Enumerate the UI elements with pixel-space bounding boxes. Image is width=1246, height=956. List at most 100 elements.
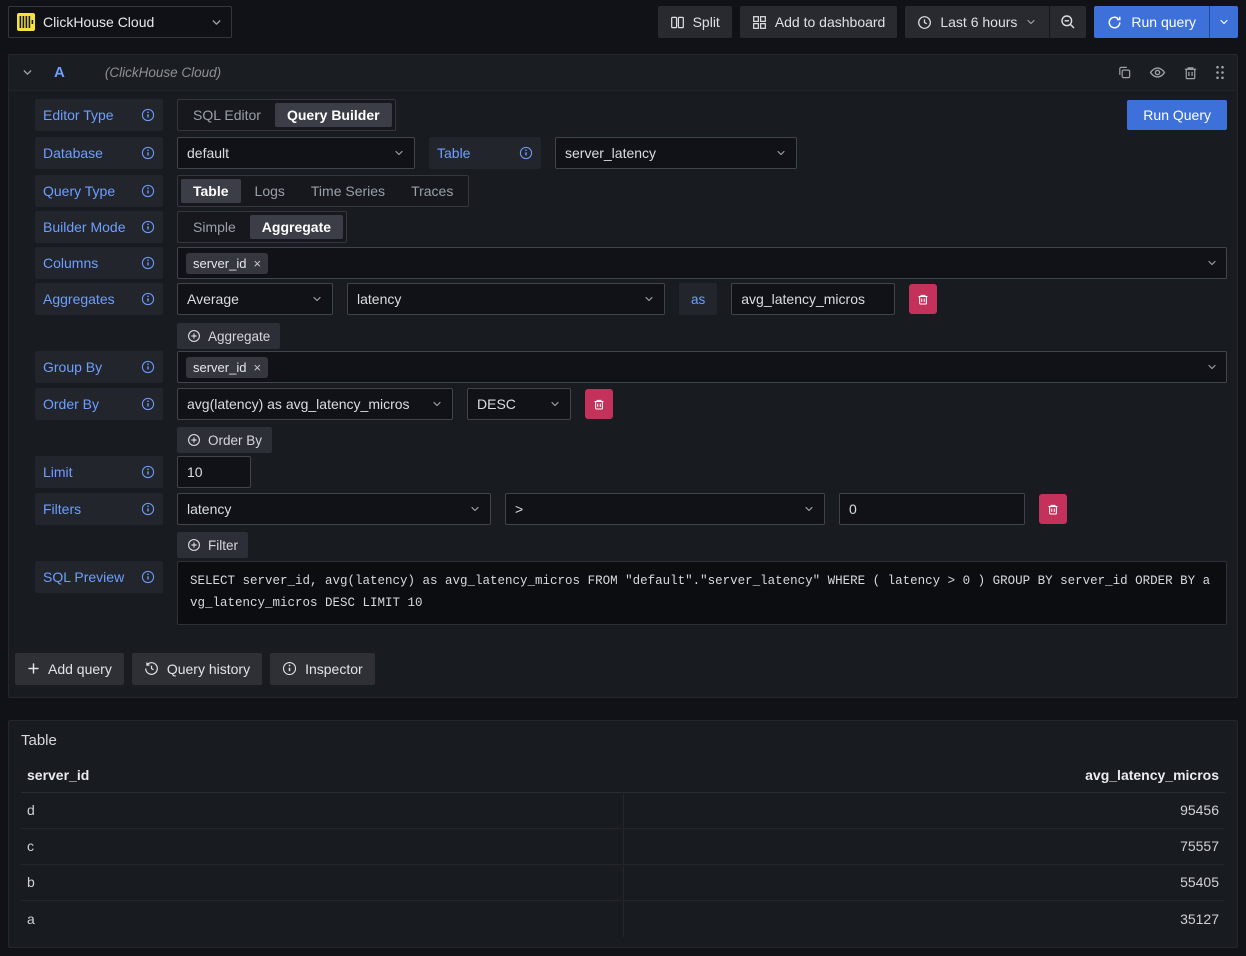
info-icon[interactable] — [141, 397, 155, 411]
filter-value-input[interactable]: 0 — [839, 493, 1025, 525]
table-row: d 95456 — [21, 793, 1225, 829]
history-icon — [144, 661, 159, 676]
cell-server-id: b — [21, 865, 624, 900]
run-query-label: Run query — [1131, 14, 1196, 30]
columns-tag-server-id: server_id × — [186, 253, 268, 274]
columns-label: Columns — [35, 247, 163, 279]
cell-avg-latency: 35127 — [624, 901, 1226, 937]
cell-server-id: c — [21, 829, 624, 864]
remove-filter-button[interactable] — [1039, 494, 1067, 524]
time-range-picker[interactable]: Last 6 hours — [905, 6, 1049, 38]
table-header-row: server_id avg_latency_micros — [21, 759, 1225, 793]
sync-icon — [1107, 15, 1122, 30]
query-type-option-table[interactable]: Table — [181, 179, 241, 203]
split-label: Split — [693, 14, 720, 30]
editor-type-option-sql-editor[interactable]: SQL Editor — [181, 103, 273, 127]
collapse-query-icon[interactable] — [21, 66, 34, 79]
info-icon[interactable] — [141, 502, 155, 516]
chevron-down-icon — [643, 293, 655, 305]
chevron-down-icon — [549, 398, 561, 410]
builder-mode-group: Simple Aggregate — [177, 211, 347, 243]
panel-title[interactable]: Table — [21, 729, 57, 753]
zoom-out-time-button[interactable] — [1050, 6, 1086, 38]
datasource-picker[interactable]: ClickHouse Cloud — [8, 6, 232, 38]
add-query-button[interactable]: Add query — [15, 653, 124, 685]
remove-tag-icon[interactable]: × — [253, 257, 261, 270]
order-by-expression-select[interactable]: avg(latency) as avg_latency_micros — [177, 388, 453, 420]
aggregates-label: Aggregates — [35, 283, 163, 315]
duplicate-query-icon[interactable] — [1117, 65, 1132, 80]
info-icon[interactable] — [141, 184, 155, 198]
filter-operator-select[interactable]: > — [505, 493, 825, 525]
add-aggregate-button[interactable]: Aggregate — [177, 323, 280, 349]
chevron-down-icon — [311, 293, 323, 305]
info-icon[interactable] — [141, 292, 155, 306]
add-to-dashboard-button[interactable]: Add to dashboard — [740, 6, 898, 38]
query-type-option-traces[interactable]: Traces — [399, 179, 465, 203]
aggregate-function-select[interactable]: Average — [177, 283, 333, 315]
info-icon[interactable] — [141, 570, 155, 584]
query-type-option-logs[interactable]: Logs — [243, 179, 297, 203]
run-query-inline-button[interactable]: Run Query — [1127, 100, 1227, 130]
table-select[interactable]: server_latency — [555, 137, 797, 169]
query-datasource-hint: (ClickHouse Cloud) — [105, 65, 221, 80]
trash-icon — [593, 398, 605, 411]
split-button[interactable]: Split — [658, 6, 732, 38]
database-select[interactable]: default — [177, 137, 415, 169]
info-icon[interactable] — [141, 465, 155, 479]
info-icon[interactable] — [141, 256, 155, 270]
query-type-option-time-series[interactable]: Time Series — [299, 179, 397, 203]
plus-circle-icon — [187, 433, 201, 447]
run-query-button[interactable]: Run query — [1094, 6, 1209, 38]
drag-handle-icon[interactable] — [1215, 65, 1225, 80]
delete-query-trash-icon[interactable] — [1183, 65, 1198, 81]
chevron-down-icon — [469, 503, 481, 515]
chevron-down-icon — [1025, 16, 1037, 28]
limit-input[interactable]: 10 — [177, 456, 251, 488]
info-icon[interactable] — [519, 146, 533, 160]
plus-circle-icon — [187, 329, 201, 343]
table-row: a 35127 — [21, 901, 1225, 937]
column-header-avg-latency-micros[interactable]: avg_latency_micros — [623, 767, 1225, 783]
cell-avg-latency: 55405 — [624, 865, 1226, 900]
editor-type-group: SQL Editor Query Builder — [177, 99, 396, 131]
chevron-down-icon — [431, 398, 443, 410]
run-query-dropdown-toggle[interactable] — [1209, 6, 1238, 38]
toggle-visibility-eye-icon[interactable] — [1149, 64, 1166, 81]
remove-tag-icon[interactable]: × — [253, 361, 261, 374]
chevron-down-icon — [393, 147, 405, 159]
columns-multiselect[interactable]: server_id × — [177, 247, 1227, 279]
inspector-button[interactable]: Inspector — [270, 653, 375, 685]
info-icon[interactable] — [141, 220, 155, 234]
editor-type-option-query-builder[interactable]: Query Builder — [275, 103, 392, 127]
query-history-button[interactable]: Query history — [132, 653, 262, 685]
plus-circle-icon — [187, 538, 201, 552]
order-by-label: Order By — [35, 388, 163, 420]
builder-mode-option-aggregate[interactable]: Aggregate — [250, 215, 343, 239]
group-by-label: Group By — [35, 351, 163, 383]
cell-server-id: a — [21, 901, 624, 937]
filter-column-select[interactable]: latency — [177, 493, 491, 525]
chevron-down-icon — [775, 147, 787, 159]
query-editor-card: A (ClickHouse Cloud) Editor Type — [8, 54, 1238, 698]
info-icon[interactable] — [141, 146, 155, 160]
table-label: Table — [429, 137, 541, 169]
query-actions: Add query Query history Inspector — [9, 625, 1237, 697]
remove-order-by-button[interactable] — [585, 389, 613, 419]
aggregate-alias-input[interactable]: avg_latency_micros — [731, 283, 895, 315]
aggregate-column-select[interactable]: latency — [347, 283, 665, 315]
builder-mode-option-simple[interactable]: Simple — [181, 215, 248, 239]
info-icon[interactable] — [141, 360, 155, 374]
remove-aggregate-button[interactable] — [909, 284, 937, 314]
order-by-direction-select[interactable]: DESC — [467, 388, 571, 420]
run-query-split-button: Run query — [1094, 6, 1238, 38]
sql-preview-label: SQL Preview — [35, 561, 163, 593]
as-label: as — [679, 283, 717, 315]
trash-icon — [917, 293, 929, 306]
query-type-group: Table Logs Time Series Traces — [177, 175, 469, 207]
info-icon[interactable] — [141, 108, 155, 122]
add-filter-button[interactable]: Filter — [177, 532, 248, 558]
column-header-server-id[interactable]: server_id — [21, 767, 623, 783]
add-order-by-button[interactable]: Order By — [177, 427, 272, 453]
group-by-multiselect[interactable]: server_id × — [177, 351, 1227, 383]
